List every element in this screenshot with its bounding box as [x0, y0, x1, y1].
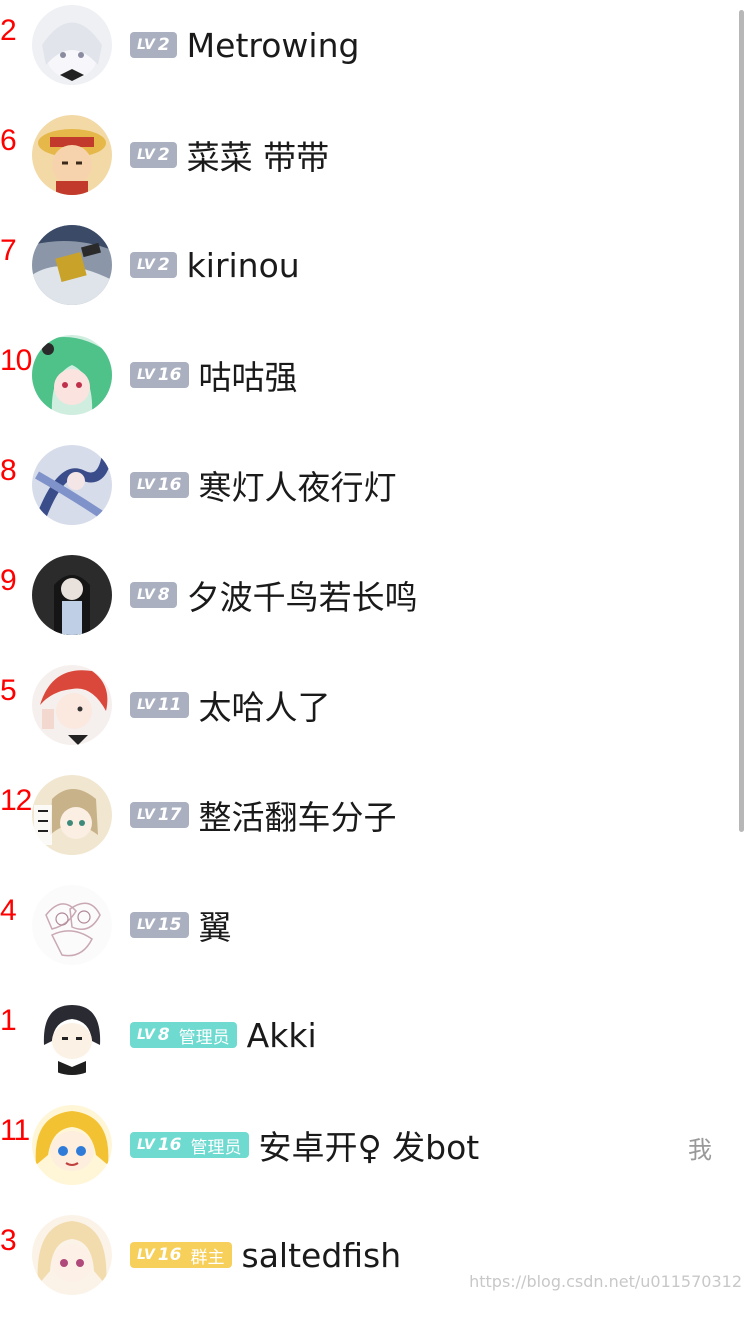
member-name[interactable]: 翼: [199, 901, 232, 949]
member-name[interactable]: 太哈人了: [199, 681, 331, 729]
member-row[interactable]: 7 LV 2 kirinou: [0, 220, 730, 330]
chibi-dark-hair-avatar-icon[interactable]: [32, 995, 112, 1075]
member-index: 11: [0, 1114, 30, 1147]
white-haired-maid-avatar-icon[interactable]: [32, 5, 112, 85]
level-badge: LV 2: [130, 142, 177, 168]
sketch-avatar-icon[interactable]: [32, 885, 112, 965]
member-row[interactable]: 9 LV 8 夕波千鸟若长鸣: [0, 550, 730, 660]
member-row[interactable]: 3 LV 16 群主 saltedfish: [0, 1210, 730, 1320]
green-haired-girl-avatar-icon[interactable]: [32, 335, 112, 415]
member-row[interactable]: 8 LV 16 寒灯人夜行灯: [0, 440, 730, 550]
member-index: 4: [0, 894, 17, 927]
red-haired-boy-avatar-icon[interactable]: [32, 665, 112, 745]
member-index: 10: [0, 344, 32, 377]
level-badge: LV 17: [130, 802, 189, 828]
member-meta: LV 17 整活翻车分子: [130, 789, 397, 841]
member-name[interactable]: 咕咕强: [199, 351, 298, 399]
member-index: 6: [0, 124, 17, 157]
level-badge: LV 2: [130, 252, 177, 278]
member-index: 8: [0, 454, 17, 487]
member-meta: LV 16 咕咕强: [130, 349, 298, 401]
member-row[interactable]: 2 LV 2 Metrowing: [0, 0, 730, 110]
member-row[interactable]: 10 LV 16 咕咕强: [0, 330, 730, 440]
level-badge: LV 11: [130, 692, 189, 718]
member-meta: LV 15 翼: [130, 899, 232, 951]
vertical-scrollbar[interactable]: [739, 10, 744, 832]
member-row[interactable]: 1 LV 8 管理员 Akki: [0, 990, 730, 1100]
member-name[interactable]: Akki: [247, 1016, 317, 1055]
level-badge: LV 16: [130, 472, 189, 498]
member-meta: LV 8 管理员 Akki: [130, 1009, 317, 1061]
member-index: 9: [0, 564, 17, 597]
level-badge: LV 15: [130, 912, 189, 938]
self-indicator-label: 我: [688, 1136, 712, 1164]
member-name[interactable]: saltedfish: [242, 1236, 402, 1275]
owner-level-badge: LV 16 群主: [130, 1242, 232, 1268]
member-meta: LV 2 菜菜 带带: [130, 129, 329, 181]
member-row[interactable]: 4 LV 15 翼: [0, 880, 730, 990]
member-name[interactable]: 夕波千鸟若长鸣: [187, 571, 418, 619]
level-badge: LV 8: [130, 582, 177, 608]
satellite-avatar-icon[interactable]: [32, 225, 112, 305]
member-meta: LV 2 Metrowing: [130, 19, 359, 71]
member-name[interactable]: kirinou: [187, 246, 300, 285]
member-name[interactable]: Metrowing: [187, 26, 360, 65]
admin-level-badge: LV 8 管理员: [130, 1022, 237, 1048]
sticker-girl-avatar-icon[interactable]: [32, 775, 112, 855]
blonde-blue-eyes-avatar-icon[interactable]: [32, 1105, 112, 1185]
member-meta: LV 16 群主 saltedfish: [130, 1229, 401, 1281]
admin-level-badge: LV 16 管理员: [130, 1132, 249, 1158]
member-row[interactable]: 12 LV 17 整活翻车分子: [0, 770, 730, 880]
member-row[interactable]: 6 LV 2 菜菜 带带: [0, 110, 730, 220]
blonde-girl-avatar-icon[interactable]: [32, 1215, 112, 1295]
member-index: 5: [0, 674, 17, 707]
member-index: 7: [0, 234, 17, 267]
member-index: 1: [0, 1004, 17, 1037]
member-list: 2 LV 2 Metrowing 6 LV 2 菜菜 带带 7 LV 2 kir…: [0, 0, 750, 1303]
member-name[interactable]: 菜菜 带带: [187, 131, 330, 179]
member-index: 3: [0, 1224, 17, 1257]
member-meta: LV 16 寒灯人夜行灯: [130, 459, 397, 511]
member-row[interactable]: 11 LV 16 管理员 安卓开♀ 发bot 我: [0, 1100, 730, 1210]
member-meta: LV 2 kirinou: [130, 239, 300, 291]
member-meta: LV 8 夕波千鸟若长鸣: [130, 569, 418, 621]
member-index: 12: [0, 784, 32, 817]
member-index: 2: [0, 14, 17, 47]
member-meta: LV 16 管理员 安卓开♀ 发bot: [130, 1119, 479, 1171]
straw-hat-avatar-icon[interactable]: [32, 115, 112, 195]
blue-illustration-avatar-icon[interactable]: [32, 445, 112, 525]
level-badge: LV 2: [130, 32, 177, 58]
member-meta: LV 11 太哈人了: [130, 679, 331, 731]
dark-haired-girl-avatar-icon[interactable]: [32, 555, 112, 635]
member-row[interactable]: 5 LV 11 太哈人了: [0, 660, 730, 770]
watermark-text: https://blog.csdn.net/u011570312: [469, 1272, 742, 1291]
member-name[interactable]: 整活翻车分子: [199, 791, 397, 839]
level-badge: LV 16: [130, 362, 189, 388]
member-name[interactable]: 寒灯人夜行灯: [199, 461, 397, 509]
member-name[interactable]: 安卓开♀ 发bot: [259, 1121, 480, 1169]
